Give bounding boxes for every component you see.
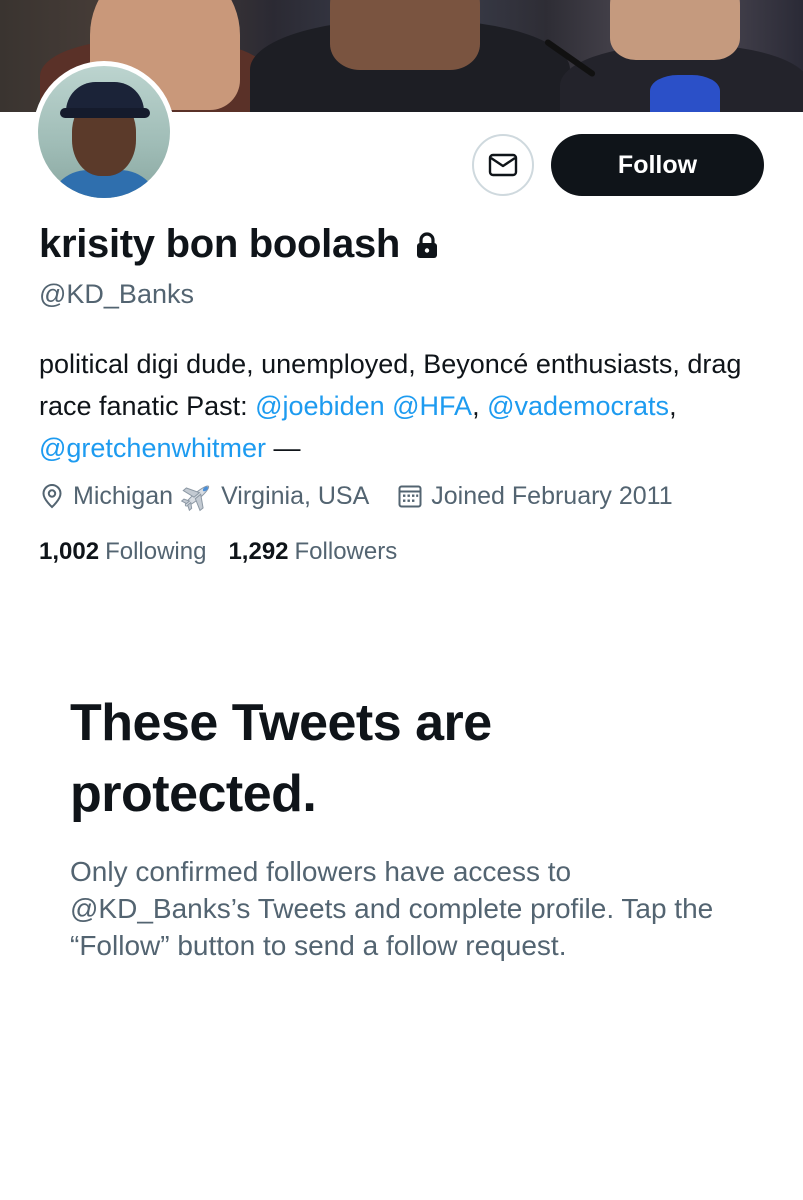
following-label: Following <box>105 538 207 565</box>
avatar[interactable] <box>33 61 175 203</box>
protected-tweets-description: Only confirmed followers have access to … <box>70 856 714 961</box>
location-text: Virginia, USA <box>221 481 370 510</box>
profile-name-row: krisity bon boolash <box>39 222 442 267</box>
followers-label: Followers <box>294 538 398 565</box>
profile-stats: 1,002 Following 1,292 Followers <box>39 538 397 566</box>
bio-text: — <box>266 433 301 463</box>
display-name: krisity bon boolash <box>39 222 401 266</box>
airplane-icon <box>179 479 215 513</box>
location-pin-icon <box>39 483 65 509</box>
avatar-photo <box>38 66 170 198</box>
mention-link[interactable]: @vademocrats <box>487 391 669 421</box>
mention-link[interactable]: @HFA <box>392 391 472 421</box>
lock-icon <box>412 230 442 260</box>
avatar-cap-brim <box>60 108 150 118</box>
envelope-icon <box>488 153 518 177</box>
join-date-text: Joined February 2011 <box>431 481 673 510</box>
following-link[interactable]: 1,002 Following <box>39 538 206 566</box>
bio-separator: , <box>669 391 677 421</box>
calendar-icon <box>397 483 423 509</box>
protected-tweets-title: These Tweets are protected. <box>70 694 492 823</box>
mention-link[interactable]: @gretchenwhitmer <box>39 433 266 463</box>
location-text: Michigan <box>73 481 174 510</box>
location: Michigan Virginia, USA <box>39 479 369 513</box>
profile-handle: @KD_Banks <box>39 279 194 309</box>
banner-figure <box>330 0 480 70</box>
profile-bio: political digi dude, unemployed, Beyoncé… <box>39 343 779 469</box>
follow-button[interactable]: Follow <box>551 134 764 196</box>
mention-link[interactable]: @joebiden <box>255 391 385 421</box>
banner-figure <box>650 75 720 112</box>
profile-meta: Michigan Virginia, USA Joined February 2… <box>39 479 673 513</box>
followers-link[interactable]: 1,292 Followers <box>228 538 397 566</box>
join-date: Joined February 2011 <box>397 481 673 511</box>
following-count: 1,002 <box>39 538 100 565</box>
banner-figure <box>610 0 740 60</box>
message-button[interactable] <box>472 134 534 196</box>
followers-count: 1,292 <box>228 538 289 565</box>
bio-separator: , <box>472 391 488 421</box>
